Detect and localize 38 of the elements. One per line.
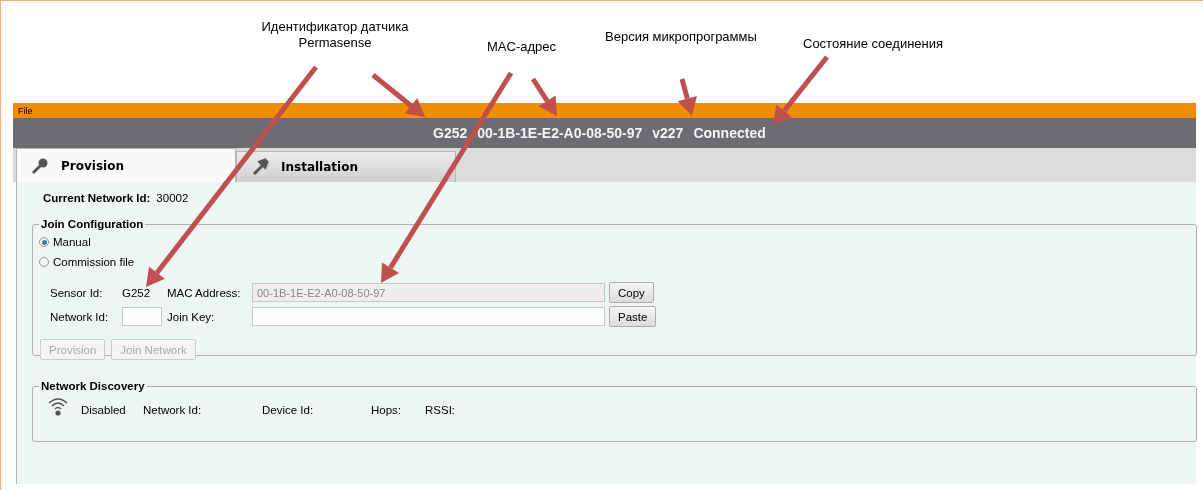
field-label: Current Network Id: bbox=[43, 192, 151, 204]
copy-button[interactable]: Copy bbox=[609, 282, 654, 303]
annotation-label: Идентификатор датчика Permasense bbox=[260, 19, 410, 51]
menu-item[interactable]: File bbox=[18, 105, 33, 116]
field-label: MAC Address: bbox=[167, 286, 242, 299]
tab[interactable]: Provision bbox=[16, 148, 236, 182]
network-id-field[interactable] bbox=[122, 307, 162, 326]
paste-button[interactable]: Paste bbox=[609, 306, 657, 327]
group-title: Network Discovery bbox=[40, 380, 146, 392]
arrow bbox=[773, 55, 829, 125]
group-title: Join Configuration bbox=[40, 218, 145, 230]
radio-label[interactable]: Commission file bbox=[53, 256, 135, 268]
annotation-label: MAC-адрес bbox=[487, 39, 556, 55]
header-text: Connected bbox=[693, 125, 766, 141]
field-label: Network Id: bbox=[143, 404, 203, 416]
field-label: Hops: bbox=[371, 404, 403, 416]
annotation-label: Состояние соединения bbox=[803, 36, 944, 52]
arrow bbox=[677, 78, 697, 116]
field-label: RSSI: bbox=[425, 404, 457, 416]
field-label: Device Id: bbox=[262, 404, 315, 416]
header-text: G252 bbox=[433, 125, 468, 141]
field-label: Sensor Id: bbox=[50, 286, 104, 299]
join-key-field[interactable] bbox=[252, 307, 605, 326]
annotation-label: Версия микропрограммы bbox=[605, 29, 757, 45]
status-text: Disabled bbox=[81, 404, 127, 416]
key-icon bbox=[31, 156, 49, 175]
header-text: 00-1B-1E-E2-A0-08-50-97 bbox=[477, 125, 643, 141]
wifi-icon bbox=[47, 396, 69, 416]
field-label: Network Id: bbox=[50, 310, 110, 323]
tab[interactable]: Installation bbox=[236, 151, 456, 182]
arrow bbox=[530, 77, 557, 116]
field-value: G252 bbox=[122, 286, 152, 299]
radio-button[interactable] bbox=[39, 257, 49, 267]
header-text: v227 bbox=[652, 125, 684, 141]
radio-button[interactable] bbox=[39, 237, 49, 247]
radio-label[interactable]: Manual bbox=[53, 236, 91, 248]
field-value: 30002 bbox=[156, 192, 189, 204]
field-label: Join Key: bbox=[167, 310, 216, 323]
